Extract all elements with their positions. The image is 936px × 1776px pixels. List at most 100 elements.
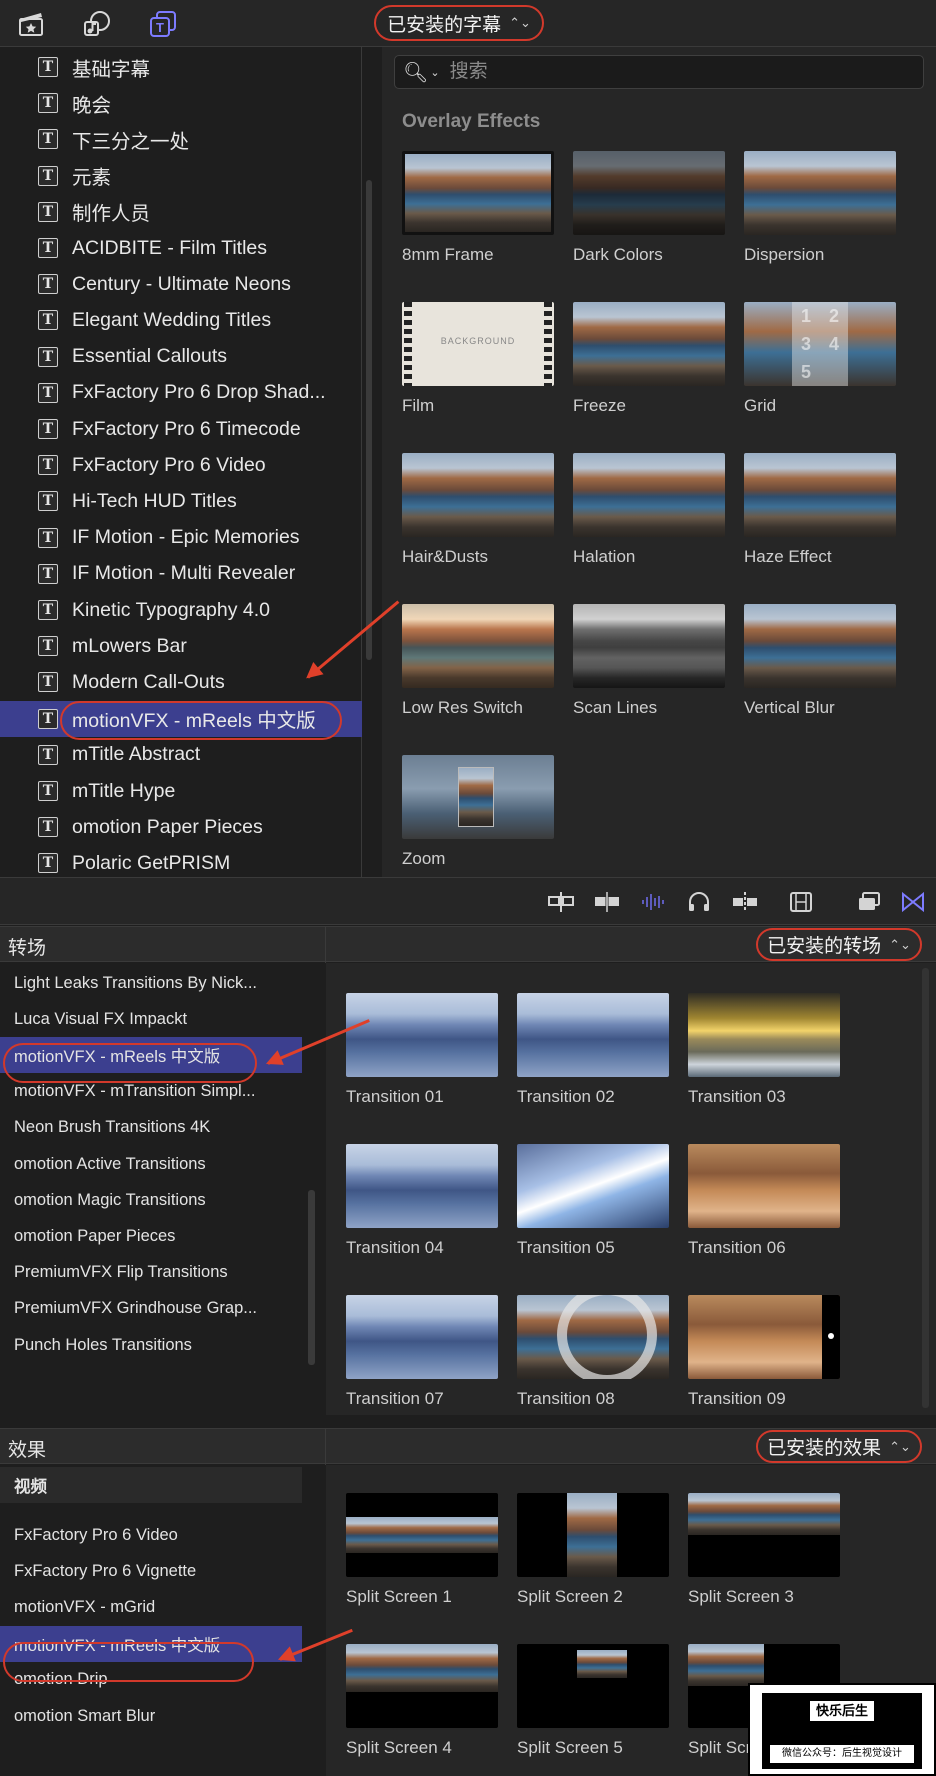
blade-icon[interactable] — [592, 888, 622, 916]
installed-titles-dropdown[interactable]: 已安装的字幕 ⌃⌄ — [374, 5, 544, 41]
window-icon[interactable] — [854, 888, 884, 916]
thumbnail-image[interactable] — [744, 151, 896, 235]
highlight-ring — [3, 1642, 254, 1682]
sidebar-item[interactable]: T 元素 — [0, 158, 362, 194]
sidebar-item-label: FxFactory Pro 6 Video — [72, 453, 266, 476]
thumbnail-image[interactable] — [346, 1493, 498, 1577]
sidebar-item[interactable]: T FxFactory Pro 6 Timecode — [0, 411, 362, 447]
chevron-down-icon[interactable]: ⌄ — [430, 66, 439, 79]
sidebar-item[interactable]: FxFactory Pro 6 Vignette — [0, 1553, 302, 1589]
audio-waveform-icon[interactable] — [638, 888, 668, 916]
sidebar-item[interactable]: Light Leaks Transitions By Nick... — [0, 965, 302, 1001]
sidebar-item[interactable]: T IF Motion - Multi Revealer — [0, 556, 362, 592]
thumbnail-image[interactable] — [346, 1144, 498, 1228]
dropdown-label: 已安装的效果 — [767, 1438, 882, 1459]
sidebar-item[interactable]: T Century - Ultimate Neons — [0, 266, 362, 302]
thumbnail-image[interactable] — [517, 993, 669, 1077]
title-icon: T — [38, 346, 58, 367]
thumbnail-image[interactable] — [688, 1144, 840, 1228]
thumbnail-image[interactable]: 12345 — [744, 302, 896, 386]
thumbnail-image[interactable] — [573, 453, 725, 537]
sidebar-item-label: IF Motion - Epic Memories — [72, 526, 300, 549]
sidebar-item[interactable]: T IF Motion - Epic Memories — [0, 520, 362, 556]
thumbnail-image[interactable] — [517, 1644, 669, 1728]
sidebar-item[interactable]: TmLowers Bar — [0, 628, 362, 664]
sidebar-item[interactable]: TmTitle Abstract — [0, 737, 362, 773]
snapping-icon[interactable] — [730, 888, 760, 916]
transitions-scrollbar[interactable] — [308, 1190, 315, 1365]
thumbnail-image[interactable] — [688, 1295, 840, 1379]
clip-connect-icon[interactable] — [546, 888, 576, 916]
sidebar-item[interactable]: T 制作人员 — [0, 194, 362, 230]
sidebar-item[interactable]: T Essential Callouts — [0, 339, 362, 375]
film-strip — [544, 302, 552, 386]
sidebar-item[interactable]: PremiumVFX Flip Transitions — [0, 1255, 302, 1291]
sidebar-item[interactable]: T FxFactory Pro 6 Video — [0, 447, 362, 483]
sidebar-item[interactable]: T Hi-Tech HUD Titles — [0, 483, 362, 519]
updown-chevron-icon: ⌃⌄ — [509, 15, 531, 30]
sidebar-item[interactable]: Neon Brush Transitions 4K — [0, 1110, 302, 1146]
installed-effects-dropdown[interactable]: 已安装的效果 ⌃⌄ — [756, 1430, 922, 1463]
sidebar-item[interactable]: omotion Active Transitions — [0, 1146, 302, 1182]
filmstrip-icon[interactable] — [786, 888, 816, 916]
sidebar-scrollbar[interactable] — [366, 180, 372, 660]
thumbnail-label: Vertical Blur — [744, 698, 835, 717]
sidebar-item-label: Elegant Wedding Titles — [72, 308, 272, 331]
sidebar-item[interactable]: omotion Smart Blur — [0, 1698, 302, 1734]
sidebar-item[interactable]: T ACIDBITE - Film Titles — [0, 230, 362, 266]
panel-title: 转场 — [8, 938, 47, 959]
sidebar-item[interactable]: PremiumVFX Grindhouse Grap... — [0, 1291, 302, 1327]
thumbnail-image[interactable] — [517, 1493, 669, 1577]
sidebar-item[interactable]: T Elegant Wedding Titles — [0, 302, 362, 338]
sidebar-item[interactable]: T 基础字幕 — [0, 49, 362, 85]
grid-number: 2 — [828, 305, 839, 326]
sidebar-item[interactable]: omotion Paper Pieces — [0, 1218, 302, 1254]
thumbnail-image[interactable] — [744, 604, 896, 688]
thumbnail-image[interactable] — [346, 1295, 498, 1379]
sidebar-group-header[interactable]: 视频 — [0, 1467, 302, 1503]
thumbnail-image[interactable] — [402, 453, 554, 537]
sidebar-item[interactable]: FxFactory Pro 6 Video — [0, 1517, 302, 1553]
search-input[interactable] — [449, 61, 890, 83]
sidebar-item[interactable]: T Polaric GetPRISM — [0, 845, 362, 881]
search-icon[interactable]: 🔍︎ — [403, 60, 428, 85]
sidebar-item[interactable]: T Kinetic Typography 4.0 — [0, 592, 362, 628]
sidebar-item[interactable]: Punch Holes Transitions — [0, 1327, 302, 1363]
sidebar-item[interactable]: Tomotion Paper Pieces — [0, 809, 362, 845]
sidebar-item[interactable]: T 下三分之一处 — [0, 121, 362, 157]
thumbnail-image[interactable] — [402, 151, 554, 235]
sidebar-item[interactable]: T 晚会 — [0, 85, 362, 121]
thumbnail-label: Transition 04 — [346, 1238, 444, 1257]
title-icon: T — [38, 419, 58, 439]
sidebar-item[interactable]: omotion Magic Transitions — [0, 1182, 302, 1218]
thumbnail-image[interactable] — [744, 453, 896, 537]
installed-transitions-dropdown[interactable]: 已安装的转场 ⌃⌄ — [756, 928, 922, 961]
clapper-star-icon[interactable] — [14, 8, 48, 40]
thumbnail-image[interactable] — [688, 993, 840, 1077]
title-icon: T — [38, 491, 58, 512]
transitions-content-scrollbar[interactable] — [922, 968, 929, 1408]
titles-generators-icon[interactable]: T — [146, 8, 180, 40]
thumbnail-image[interactable] — [517, 1295, 669, 1379]
headphones-icon[interactable] — [684, 888, 714, 916]
music-photo-icon[interactable] — [80, 8, 114, 40]
grid-number: 3 — [800, 333, 811, 354]
sidebar-item[interactable]: Luca Visual FX Impackt — [0, 1001, 302, 1037]
thumbnail-image[interactable] — [688, 1493, 840, 1577]
thumbnail-image[interactable] — [402, 604, 554, 688]
sidebar-item[interactable]: T FxFactory Pro 6 Drop Shad... — [0, 375, 362, 411]
thumbnail-image[interactable] — [573, 302, 725, 386]
thumbnail-image[interactable] — [346, 1644, 498, 1728]
title-icon: T — [38, 636, 58, 657]
thumbnail-image[interactable]: BACKGROUND — [402, 302, 554, 386]
thumbnail-image[interactable] — [573, 604, 725, 688]
sidebar-item[interactable]: motionVFX - mGrid — [0, 1589, 302, 1625]
search-field[interactable]: 🔍︎ ⌄ — [394, 55, 924, 89]
bowtie-icon[interactable] — [898, 888, 928, 916]
thumbnail-image[interactable] — [517, 1144, 669, 1228]
thumbnail-image[interactable] — [402, 755, 554, 839]
sidebar-item-label: omotion Magic Transitions — [14, 1190, 206, 1209]
thumbnail-image[interactable] — [573, 151, 725, 235]
thumbnail-image[interactable] — [346, 993, 498, 1077]
sidebar-item[interactable]: TmTitle Hype — [0, 773, 362, 809]
